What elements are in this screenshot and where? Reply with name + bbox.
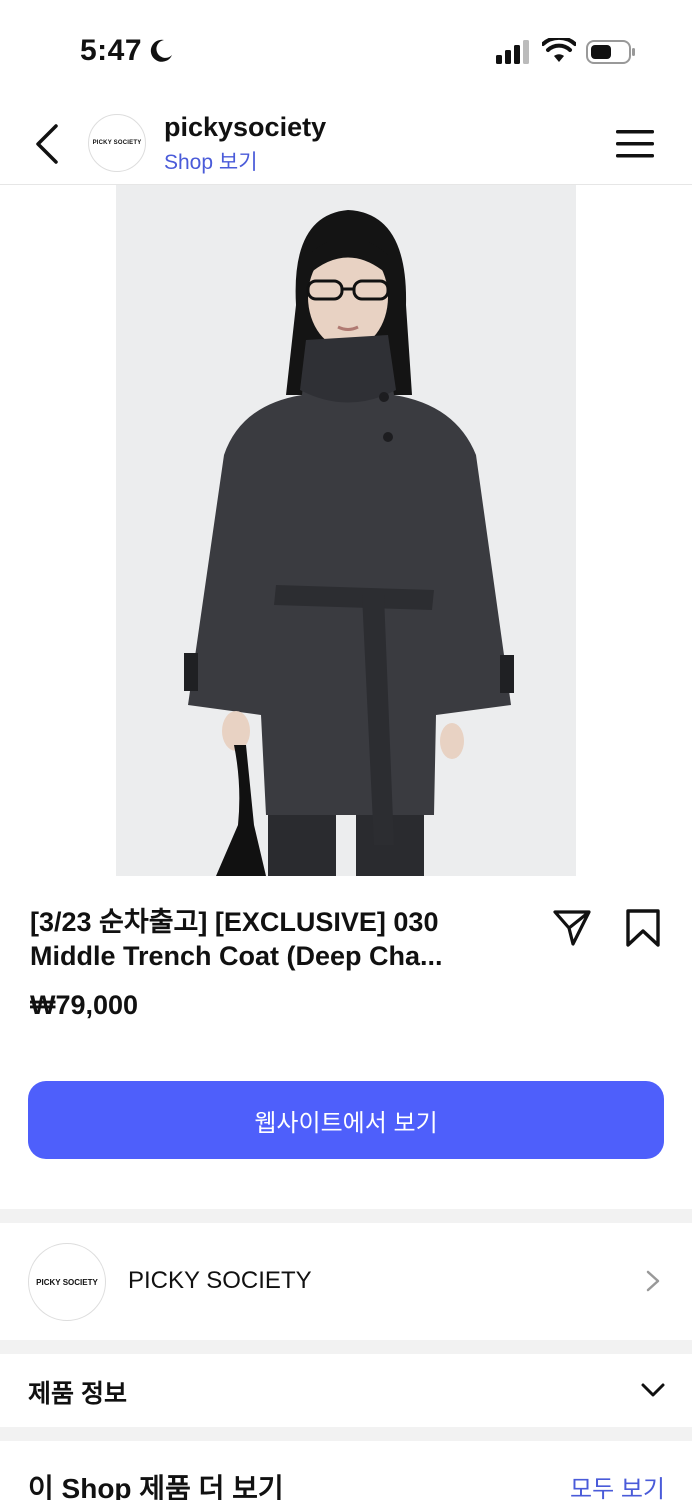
chevron-right-icon <box>646 1270 660 1292</box>
see-all-link[interactable]: 모두 보기 <box>570 1469 665 1500</box>
product-image[interactable] <box>116 185 576 876</box>
view-on-website-button[interactable]: 웹사이트에서 보기 <box>28 1081 664 1159</box>
cellular-signal-icon <box>496 40 529 64</box>
shop-name: PICKY SOCIETY <box>128 1267 312 1294</box>
shop-avatar: PICKY SOCIETY <box>28 1243 106 1321</box>
bookmark-icon[interactable] <box>624 908 662 948</box>
more-products-heading: 이 Shop 제품 더 보기 <box>28 1473 284 1500</box>
account-name[interactable]: pickysociety <box>164 112 326 143</box>
model-trench-coat-illustration <box>116 185 576 876</box>
profile-header: PICKY SOCIETY pickysociety Shop 보기 <box>0 100 692 185</box>
section-divider <box>0 1427 692 1441</box>
view-shop-link[interactable]: Shop 보기 <box>164 146 258 176</box>
more-products-section: 이 Shop 제품 더 보기 모두 보기 <box>0 1441 692 1500</box>
section-divider <box>0 1340 692 1354</box>
shop-avatar-text: PICKY SOCIETY <box>36 1277 98 1287</box>
section-divider <box>0 1209 692 1223</box>
hamburger-menu-icon[interactable] <box>616 128 654 160</box>
avatar-logo-text: PICKY SOCIETY <box>92 140 142 146</box>
send-icon[interactable] <box>552 908 592 948</box>
status-time: 5:47 <box>80 34 143 67</box>
battery-icon <box>586 40 635 64</box>
product-price: ₩79,000 <box>30 990 139 1020</box>
product-info-accordion[interactable]: 제품 정보 <box>0 1354 692 1427</box>
status-bar: 5:47 <box>0 0 692 100</box>
back-arrow-icon[interactable] <box>30 122 64 166</box>
moon-icon <box>150 39 172 62</box>
product-title: [3/23 순차출고] [EXCLUSIVE] 030 Middle Trenc… <box>30 905 500 973</box>
chevron-down-icon <box>641 1383 665 1397</box>
account-avatar[interactable]: PICKY SOCIETY <box>88 114 146 172</box>
shop-card[interactable]: PICKY SOCIETY PICKY SOCIETY <box>0 1223 692 1340</box>
wifi-icon <box>542 38 576 62</box>
product-title-line2: Middle Trench Coat (Deep Cha... <box>30 941 443 971</box>
product-title-line1: [3/23 순차출고] [EXCLUSIVE] 030 <box>30 907 439 937</box>
product-info-label: 제품 정보 <box>28 1380 127 1408</box>
